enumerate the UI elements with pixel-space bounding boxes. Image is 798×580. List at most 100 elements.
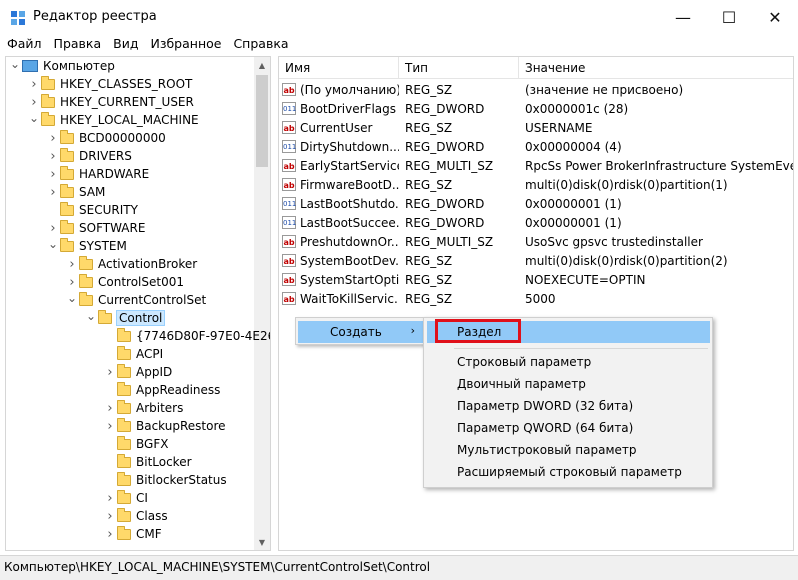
chevron-down-icon[interactable]: ⌄ [84, 307, 98, 325]
tree-node[interactable]: {7746D80F-97E0-4E26 [103, 327, 270, 345]
tree-node[interactable]: ACPI [103, 345, 163, 363]
chevron-right-icon[interactable]: › [46, 147, 60, 165]
string-value-icon: ab [282, 273, 296, 286]
tree-node[interactable]: ⌄ Control [84, 307, 166, 327]
chevron-down-icon[interactable]: ⌄ [46, 235, 60, 253]
list-item[interactable]: ab PreshutdownOr... REG_MULTI_SZ UsoSvc gps… [279, 232, 793, 251]
chevron-right-icon[interactable]: › [103, 507, 117, 525]
tree-node[interactable]: BGFX [103, 435, 168, 453]
chevron-right-icon[interactable]: › [46, 165, 60, 183]
maximize-icon: ☐ [721, 7, 737, 27]
list-item[interactable]: 011 BootDriverFlags REG_DWORD 0x0000001c (2… [279, 99, 793, 118]
list-item[interactable]: 011 DirtyShutdown... REG_DWORD 0x00000004 (… [279, 137, 793, 156]
list-item[interactable]: ab SystemBootDev... REG_SZ multi(0)disk(0)r… [279, 251, 793, 270]
tree-node[interactable]: ⌄ SYSTEM [46, 237, 127, 255]
list-item[interactable]: 011 LastBootShutdo... REG_DWORD 0x00000001 … [279, 194, 793, 213]
tree-node[interactable]: › Class [103, 507, 168, 525]
tree-node[interactable]: › HKEY_CURRENT_USER [27, 93, 194, 111]
value-type: REG_MULTI_SZ [405, 234, 494, 249]
tree-node[interactable]: ⌄ Компьютер [8, 57, 115, 75]
scroll-down-icon[interactable]: ▼ [254, 534, 270, 550]
scroll-thumb[interactable] [256, 75, 268, 167]
menu-file[interactable]: Файл [0, 34, 47, 54]
folder-icon [60, 165, 74, 180]
column-value[interactable]: Значение [519, 57, 793, 79]
tree-node[interactable]: BitLocker [103, 453, 192, 471]
chevron-right-icon[interactable]: › [103, 525, 117, 543]
list-item[interactable]: ab FirmwareBootD... REG_SZ multi(0)disk(0)r… [279, 175, 793, 194]
tree-scrollbar[interactable]: ▲ ▼ [254, 57, 270, 550]
chevron-right-icon[interactable]: › [103, 417, 117, 435]
tree-node[interactable]: AppReadiness [103, 381, 220, 399]
tree-node[interactable]: SECURITY [46, 201, 138, 219]
chevron-down-icon[interactable]: ⌄ [65, 289, 79, 307]
menu-view[interactable]: Вид [106, 34, 143, 54]
folder-icon [60, 129, 74, 144]
tree-node-label: Control [115, 310, 166, 326]
chevron-down-icon[interactable]: ⌄ [27, 109, 41, 127]
tree-node[interactable]: › DRIVERS [46, 147, 132, 165]
tree-node[interactable]: › BCD00000000 [46, 129, 166, 147]
close-button[interactable]: ✕ [752, 0, 798, 34]
menu-item-dword[interactable]: Параметр DWORD (32 бита) [427, 395, 710, 417]
list-item[interactable]: ab EarlyStartServices REG_MULTI_SZ RpcSs Po… [279, 156, 793, 175]
menu-item-binary-label: Двоичный параметр [457, 377, 586, 391]
chevron-right-icon[interactable]: › [103, 489, 117, 507]
value-name: LastBootShutdo... [300, 196, 399, 211]
value-data: 0x00000001 (1) [525, 196, 622, 211]
chevron-right-icon[interactable]: › [103, 363, 117, 381]
list-item[interactable]: ab WaitToKillServic... REG_SZ 5000 [279, 289, 793, 308]
tree-node-label: HKEY_CLASSES_ROOT [60, 77, 193, 91]
folder-icon [117, 363, 131, 378]
menu-help[interactable]: Справка [226, 34, 293, 54]
chevron-right-icon[interactable]: › [65, 255, 79, 273]
chevron-right-icon[interactable]: › [27, 75, 41, 93]
chevron-right-icon[interactable]: › [46, 183, 60, 201]
column-name[interactable]: Имя [279, 57, 399, 79]
menu-item-expandable-string[interactable]: Расширяемый строковый параметр [427, 461, 710, 483]
list-item[interactable]: ab (По умолчанию) REG_SZ (значение не присв… [279, 80, 793, 99]
folder-icon [79, 273, 93, 288]
list-item[interactable]: ab CurrentUser REG_SZ USERNAME [279, 118, 793, 137]
chevron-right-icon[interactable]: › [103, 399, 117, 417]
tree-node[interactable]: › HKEY_CLASSES_ROOT [27, 75, 192, 93]
tree-node[interactable]: › CMF [103, 525, 162, 543]
tree-node[interactable]: › SOFTWARE [46, 219, 145, 237]
tree-node[interactable]: › HARDWARE [46, 165, 149, 183]
tree-node[interactable]: › BackupRestore [103, 417, 226, 435]
tree-node[interactable]: › AppID [103, 363, 172, 381]
chevron-down-icon[interactable]: ⌄ [8, 57, 22, 73]
column-type[interactable]: Тип [399, 57, 519, 79]
tree-node[interactable]: › ControlSet001 [65, 273, 184, 291]
menu-item-multistring[interactable]: Мультистроковый параметр [427, 439, 710, 461]
minimize-button[interactable]: — [660, 0, 706, 34]
registry-tree[interactable]: ▲ ▼ ⌄ Компьютер › HKEY_CLASSES_ROOT › HKEY_CU… [5, 56, 271, 551]
maximize-button[interactable]: ☐ [706, 0, 752, 34]
tree-node-label: ControlSet001 [98, 275, 184, 289]
scroll-up-icon[interactable]: ▲ [254, 57, 270, 73]
chevron-right-icon: › [410, 324, 415, 337]
list-item[interactable]: 011 LastBootSuccee... REG_DWORD 0x00000001 … [279, 213, 793, 232]
menu-edit[interactable]: Правка [47, 34, 107, 54]
tree-node[interactable]: › Arbiters [103, 399, 183, 417]
chevron-right-icon[interactable]: › [46, 129, 60, 147]
tree-node[interactable]: ⌄ HKEY_LOCAL_MACHINE [27, 111, 199, 129]
title-bar: Редактор реестра — ☐ ✕ [0, 0, 798, 34]
menu-favorites[interactable]: Избранное [143, 34, 226, 54]
menu-item-string[interactable]: Строковый параметр [427, 351, 710, 373]
tree-node[interactable]: › CI [103, 489, 148, 507]
value-name-cell: ab WaitToKillServic... [279, 292, 399, 306]
value-type: REG_SZ [405, 253, 453, 268]
tree-node[interactable]: › SAM [46, 183, 105, 201]
tree-node[interactable]: BitlockerStatus [103, 471, 227, 489]
tree-node[interactable]: › ActivationBroker [65, 255, 197, 273]
menu-item-qword[interactable]: Параметр QWORD (64 бита) [427, 417, 710, 439]
menu-item-binary[interactable]: Двоичный параметр [427, 373, 710, 395]
menu-item-create[interactable]: Создать › [298, 321, 423, 343]
value-data: UsoSvc gpsvc trustedinstaller [525, 234, 703, 249]
list-item[interactable]: ab SystemStartOpti... REG_SZ NOEXECUTE=OPT… [279, 270, 793, 289]
value-name: LastBootSuccee... [300, 215, 399, 230]
